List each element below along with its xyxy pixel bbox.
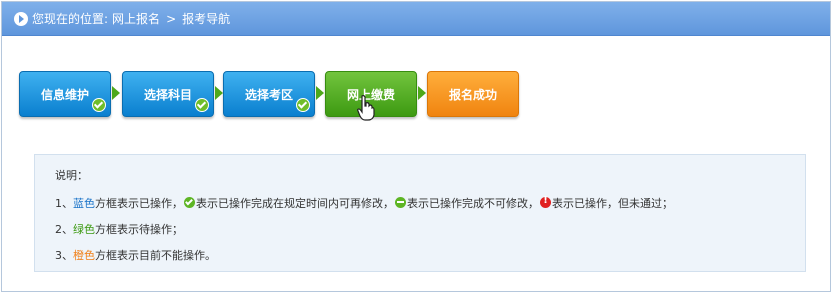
step-arrow-icon — [112, 86, 120, 100]
breadcrumb-prefix: 您现在的位置: — [32, 12, 109, 26]
step-select-subjects[interactable]: 选择科目 — [122, 71, 214, 117]
check-icon — [296, 98, 310, 112]
breadcrumb-separator: > — [166, 11, 177, 26]
breadcrumb-item-online-registration[interactable]: 网上报名 — [112, 10, 160, 27]
step-arrow-icon — [215, 86, 223, 100]
step-registration-success: 报名成功 — [427, 71, 519, 117]
breadcrumb: 您现在的位置: 网上报名 > 报考导航 — [2, 2, 830, 36]
step-arrow-icon — [418, 86, 426, 100]
line-number: 1、 — [55, 197, 73, 210]
step-label: 选择科目 — [143, 87, 192, 102]
blue-word: 蓝色 — [73, 197, 95, 210]
step-label: 报名成功 — [448, 87, 497, 102]
green-word: 绿色 — [73, 223, 95, 236]
step-select-exam-area[interactable]: 选择考区 — [223, 71, 315, 117]
line-text: 表示已操作完成不可修改， — [407, 197, 539, 210]
error-circle-icon — [540, 195, 551, 208]
line-text: 方框表示目前不能操作。 — [95, 249, 216, 262]
check-icon — [92, 98, 106, 112]
step-label: 选择考区 — [244, 87, 293, 102]
breadcrumb-item-exam-guide: 报考导航 — [182, 12, 231, 26]
line-number: 3、 — [55, 249, 73, 262]
page-frame: 您现在的位置: 网上报名 > 报考导航 信息维护 选择科目 选择考区 网上缴费 … — [1, 1, 831, 292]
line-number: 2、 — [55, 223, 73, 236]
step-arrow-icon — [316, 86, 324, 100]
step-label: 信息维护 — [40, 87, 89, 102]
instruction-line-1: 1、蓝色方框表示已操作， 表示已操作完成在规定时间内可再修改， 表示已操作完成不可修… — [55, 195, 673, 211]
check-icon — [195, 98, 209, 112]
location-arrow-icon — [14, 11, 28, 26]
line-text: 方框表示待操作； — [95, 223, 183, 236]
minus-circle-icon — [395, 197, 406, 208]
check-circle-icon — [184, 197, 195, 208]
orange-word: 橙色 — [73, 249, 95, 262]
instructions-title: 说明： — [55, 169, 88, 182]
step-info-maintenance[interactable]: 信息维护 — [19, 71, 111, 117]
line-text: 表示已操作，但未通过； — [552, 197, 673, 210]
line-text: 方框表示已操作， — [95, 197, 183, 210]
hand-cursor-icon — [357, 95, 375, 121]
instruction-line-3: 3、橙色方框表示目前不能操作。 — [55, 247, 216, 263]
instructions-panel: 说明： 1、蓝色方框表示已操作， 表示已操作完成在规定时间内可再修改， 表示已操作完… — [34, 154, 806, 272]
line-text: 表示已操作完成在规定时间内可再修改， — [196, 197, 394, 210]
instruction-line-2: 2、绿色方框表示待操作； — [55, 221, 183, 237]
